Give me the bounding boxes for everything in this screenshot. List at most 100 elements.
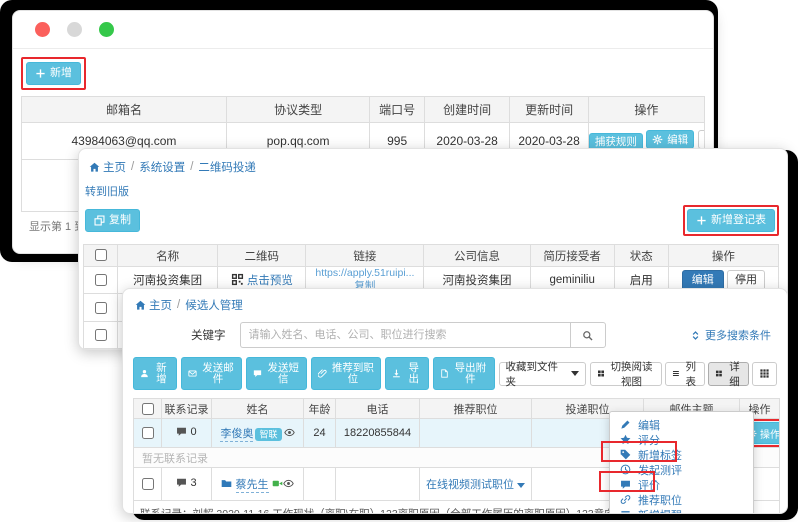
menu-item-label: 评价 [638, 477, 660, 493]
col-contact-records: 联系记录 [162, 399, 212, 419]
mailbox-table-header: 邮箱名 协议类型 端口号 创建时间 更新时间 操作 [22, 97, 705, 123]
window-candidates: 主页/ 候选人管理 关键字 更多搜索条件 新增 发送邮件 发送短信 推荐到职位 … [122, 288, 788, 514]
send-sms-button[interactable]: 发送短信 [246, 357, 307, 390]
menu-item-add-tag[interactable]: 新增标签 [610, 447, 753, 462]
candidate-name-link[interactable]: 蔡先生 [236, 479, 269, 493]
col-updated: 更新时间 [510, 97, 589, 123]
cell-phone: 18220855844 [336, 419, 420, 448]
breadcrumb-system-settings[interactable]: 系统设置 [139, 159, 185, 175]
header-checkbox-cell [84, 245, 118, 267]
col-receiver: 简历接受者 [530, 245, 614, 267]
tag-icon [620, 449, 631, 460]
close-dot-icon[interactable] [35, 22, 50, 37]
row-checkbox-cell [84, 294, 118, 321]
breadcrumb-qr-delivery-label: 二维码投递 [198, 159, 256, 175]
col-actions: 操作 [668, 245, 778, 267]
list-view-button[interactable]: 列表 [665, 362, 706, 386]
select-all-checkbox[interactable] [95, 249, 107, 261]
menu-item-score[interactable]: 评分 [610, 432, 753, 447]
recommend-position-label: 推荐到职位 [331, 363, 374, 384]
copy-label: 复制 [109, 215, 131, 226]
cell-recommend-position [420, 419, 532, 448]
caret-down-icon [571, 371, 579, 380]
edit-mailbox-button[interactable]: 编辑 [646, 130, 694, 149]
menu-item-start-assessment[interactable]: 发起测评 [610, 462, 753, 477]
qr-preview-link[interactable]: 点击预览 [247, 275, 293, 287]
apply-url-link[interactable]: https://apply.51ruipi... [315, 267, 414, 279]
expand-search-icon [690, 330, 701, 341]
minimize-dot-icon[interactable] [67, 22, 82, 37]
favorite-folder-select[interactable]: 收藏到文件夹 [499, 362, 586, 386]
row-checkbox[interactable] [95, 302, 107, 314]
folder-icon [221, 478, 232, 489]
add-candidate-button[interactable]: 新增 [133, 357, 177, 390]
toggle-reading-view-button[interactable]: 切换阅读视图 [590, 362, 662, 386]
menu-item-evaluate[interactable]: 评价 [610, 477, 753, 492]
favorite-folder-label: 收藏到文件夹 [506, 359, 568, 389]
col-age: 年龄 [304, 399, 336, 419]
export-button[interactable]: 导出 [385, 357, 429, 390]
menu-item-label: 编辑 [638, 417, 660, 433]
row-checkbox[interactable] [95, 329, 107, 341]
maximize-dot-icon[interactable] [99, 22, 114, 37]
star-icon [620, 434, 631, 445]
row-checkbox-cell [84, 321, 118, 348]
col-company: 公司信息 [424, 245, 530, 267]
search-input[interactable] [240, 322, 570, 348]
comment-icon [620, 479, 631, 490]
export-attachments-label: 导出附件 [453, 363, 487, 384]
capture-rules-label: 捕获规则 [595, 137, 637, 148]
legacy-version-link[interactable]: 转到旧版 [85, 183, 779, 199]
menu-item-label: 推荐职位 [638, 492, 682, 508]
cell-name: 蔡先生 [212, 468, 304, 501]
menu-item-recommend-position[interactable]: 推荐职位 [610, 492, 753, 507]
more-search-label: 更多搜索条件 [705, 327, 771, 343]
cell-age: 24 [304, 419, 336, 448]
breadcrumb: 主页 / 系统设置 / 二维码投递 [83, 157, 779, 175]
breadcrumb-qr-delivery[interactable]: 二维码投递 [198, 159, 256, 175]
eye-icon[interactable] [284, 427, 295, 438]
position-link[interactable]: 在线视频测试职位 [426, 479, 525, 491]
col-name: 名称 [118, 245, 218, 267]
row-action-dropdown-menu: 编辑 评分 新增标签 发起测评 评价 推荐职位 新增提醒 [609, 411, 754, 514]
menu-item-add-reminder[interactable]: 新增提醒 [610, 507, 753, 514]
row-checkbox-cell [84, 267, 118, 294]
detail-view-button[interactable]: 详细 [708, 362, 749, 386]
select-all-checkbox[interactable] [142, 403, 154, 415]
keyword-label: 关键字 [191, 327, 226, 343]
row-checkbox[interactable] [95, 274, 107, 286]
cell-phone [336, 468, 420, 501]
add-candidate-label: 新增 [153, 363, 170, 384]
breadcrumb-home[interactable]: 主页 [135, 297, 172, 313]
grid-view-button[interactable] [752, 362, 777, 386]
add-mailbox-button[interactable]: 新增 [26, 62, 81, 85]
candidate-name-link[interactable]: 李俊奥 [220, 428, 253, 442]
more-search-link[interactable]: 更多搜索条件 [690, 327, 771, 343]
cell-contact-records: 0 [162, 419, 212, 448]
recommend-position-button[interactable]: 推荐到职位 [311, 357, 381, 390]
row-checkbox[interactable] [142, 478, 154, 490]
breadcrumb-home-label: 主页 [103, 159, 126, 175]
search-button[interactable] [570, 322, 606, 348]
send-mail-button[interactable]: 发送邮件 [181, 357, 242, 390]
qr-table-header: 名称 二维码 链接 公司信息 简历接受者 状态 操作 [84, 245, 779, 267]
add-registry-button[interactable]: 新增登记表 [687, 209, 775, 232]
menu-item-edit[interactable]: 编辑 [610, 417, 753, 432]
row-checkbox[interactable] [142, 427, 154, 439]
video-icon[interactable] [272, 478, 283, 489]
breadcrumb-sep: / [190, 161, 193, 173]
row-action-label: 操作 [760, 426, 780, 441]
breadcrumb-candidates[interactable]: 候选人管理 [185, 297, 243, 313]
export-attachments-button[interactable]: 导出附件 [433, 357, 494, 390]
breadcrumb-sep: / [131, 161, 134, 173]
breadcrumb-home[interactable]: 主页 [89, 159, 126, 175]
eye-icon[interactable] [283, 478, 294, 489]
breadcrumb-system-settings-label: 系统设置 [139, 159, 185, 175]
cell-contact-records: 3 [162, 468, 212, 501]
chain-icon [620, 494, 631, 505]
add-mailbox-label: 新增 [50, 68, 72, 79]
col-qrcode: 二维码 [218, 245, 306, 267]
copy-button[interactable]: 复制 [85, 209, 140, 232]
col-recommend-position: 推荐职位 [420, 399, 532, 419]
delete-mailbox-button[interactable]: 删除 [698, 130, 705, 149]
